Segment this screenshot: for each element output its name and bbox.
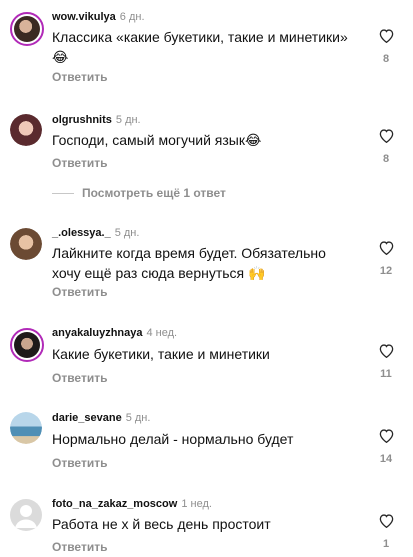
reply-button[interactable]: Ответить bbox=[52, 70, 107, 84]
heart-outline-icon bbox=[379, 29, 393, 43]
avatar[interactable] bbox=[10, 114, 42, 146]
view-more-replies[interactable]: Посмотреть ещё 1 ответ bbox=[52, 186, 226, 200]
like-button[interactable]: 1 bbox=[374, 513, 398, 550]
comment-text: Какие букетики, такие и минетики bbox=[52, 346, 270, 362]
like-count: 12 bbox=[379, 265, 393, 277]
like-count: 8 bbox=[382, 153, 390, 165]
view-more-label: Посмотреть ещё 1 ответ bbox=[82, 186, 226, 200]
avatar[interactable] bbox=[10, 12, 44, 46]
comment-text: Лайкните когда время будет. Обязательно … bbox=[52, 245, 326, 281]
like-count: 11 bbox=[380, 368, 392, 380]
reply-button[interactable]: Ответить bbox=[52, 156, 107, 170]
heart-outline-icon bbox=[379, 514, 393, 528]
avatar[interactable] bbox=[10, 412, 42, 444]
comment-meta: foto_na_zakaz_moscow 1 нед. bbox=[52, 498, 212, 510]
divider bbox=[52, 193, 74, 195]
timestamp: 5 дн. bbox=[115, 114, 141, 126]
comment-meta: darie_sevane 5 дн. bbox=[52, 412, 150, 424]
like-button[interactable]: 11 bbox=[374, 343, 398, 380]
default-avatar-icon bbox=[15, 505, 37, 528]
reply-button[interactable]: Ответить bbox=[52, 285, 107, 299]
timestamp: 5 дн. bbox=[125, 412, 151, 424]
timestamp: 4 нед. bbox=[146, 327, 178, 339]
comment-text: Классика «какие букетики, такие и минети… bbox=[52, 29, 348, 65]
comment-text: Нормально делай - нормально будет bbox=[52, 431, 294, 447]
avatar[interactable] bbox=[10, 228, 42, 260]
like-count: 14 bbox=[379, 453, 393, 465]
username[interactable]: anyakaluyzhnaya bbox=[52, 327, 143, 339]
username[interactable]: olgrushnits bbox=[52, 114, 112, 126]
heart-outline-icon bbox=[379, 129, 393, 143]
username[interactable]: _.olessya._ bbox=[52, 227, 111, 239]
like-count: 1 bbox=[382, 538, 390, 550]
reply-button[interactable]: Ответить bbox=[52, 456, 107, 470]
comment-meta: _.olessya._ 5 дн. bbox=[52, 227, 139, 239]
timestamp: 6 дн. bbox=[119, 11, 145, 23]
username[interactable]: wow.vikulya bbox=[52, 11, 116, 23]
timestamp: 1 нед. bbox=[181, 498, 212, 510]
comment-meta: anyakaluyzhnaya 4 нед. bbox=[52, 327, 177, 339]
username[interactable]: foto_na_zakaz_moscow bbox=[52, 498, 177, 510]
like-button[interactable]: 12 bbox=[374, 240, 398, 277]
comment-meta: olgrushnits 5 дн. bbox=[52, 114, 141, 126]
reply-button[interactable]: Ответить bbox=[52, 540, 107, 554]
comment-text: Господи, самый могучий язык😂 bbox=[52, 132, 262, 148]
like-count: 8 bbox=[382, 53, 390, 65]
avatar[interactable] bbox=[10, 499, 42, 531]
heart-outline-icon bbox=[379, 344, 393, 358]
heart-outline-icon bbox=[379, 241, 393, 255]
reply-button[interactable]: Ответить bbox=[52, 371, 107, 385]
like-button[interactable]: 8 bbox=[374, 128, 398, 165]
avatar[interactable] bbox=[10, 328, 44, 362]
comment-text: Работа не х й весь день простоит bbox=[52, 516, 271, 532]
timestamp: 5 дн. bbox=[114, 227, 140, 239]
comment-meta: wow.vikulya 6 дн. bbox=[52, 11, 145, 23]
heart-outline-icon bbox=[379, 429, 393, 443]
like-button[interactable]: 14 bbox=[374, 428, 398, 465]
like-button[interactable]: 8 bbox=[374, 28, 398, 65]
username[interactable]: darie_sevane bbox=[52, 412, 122, 424]
